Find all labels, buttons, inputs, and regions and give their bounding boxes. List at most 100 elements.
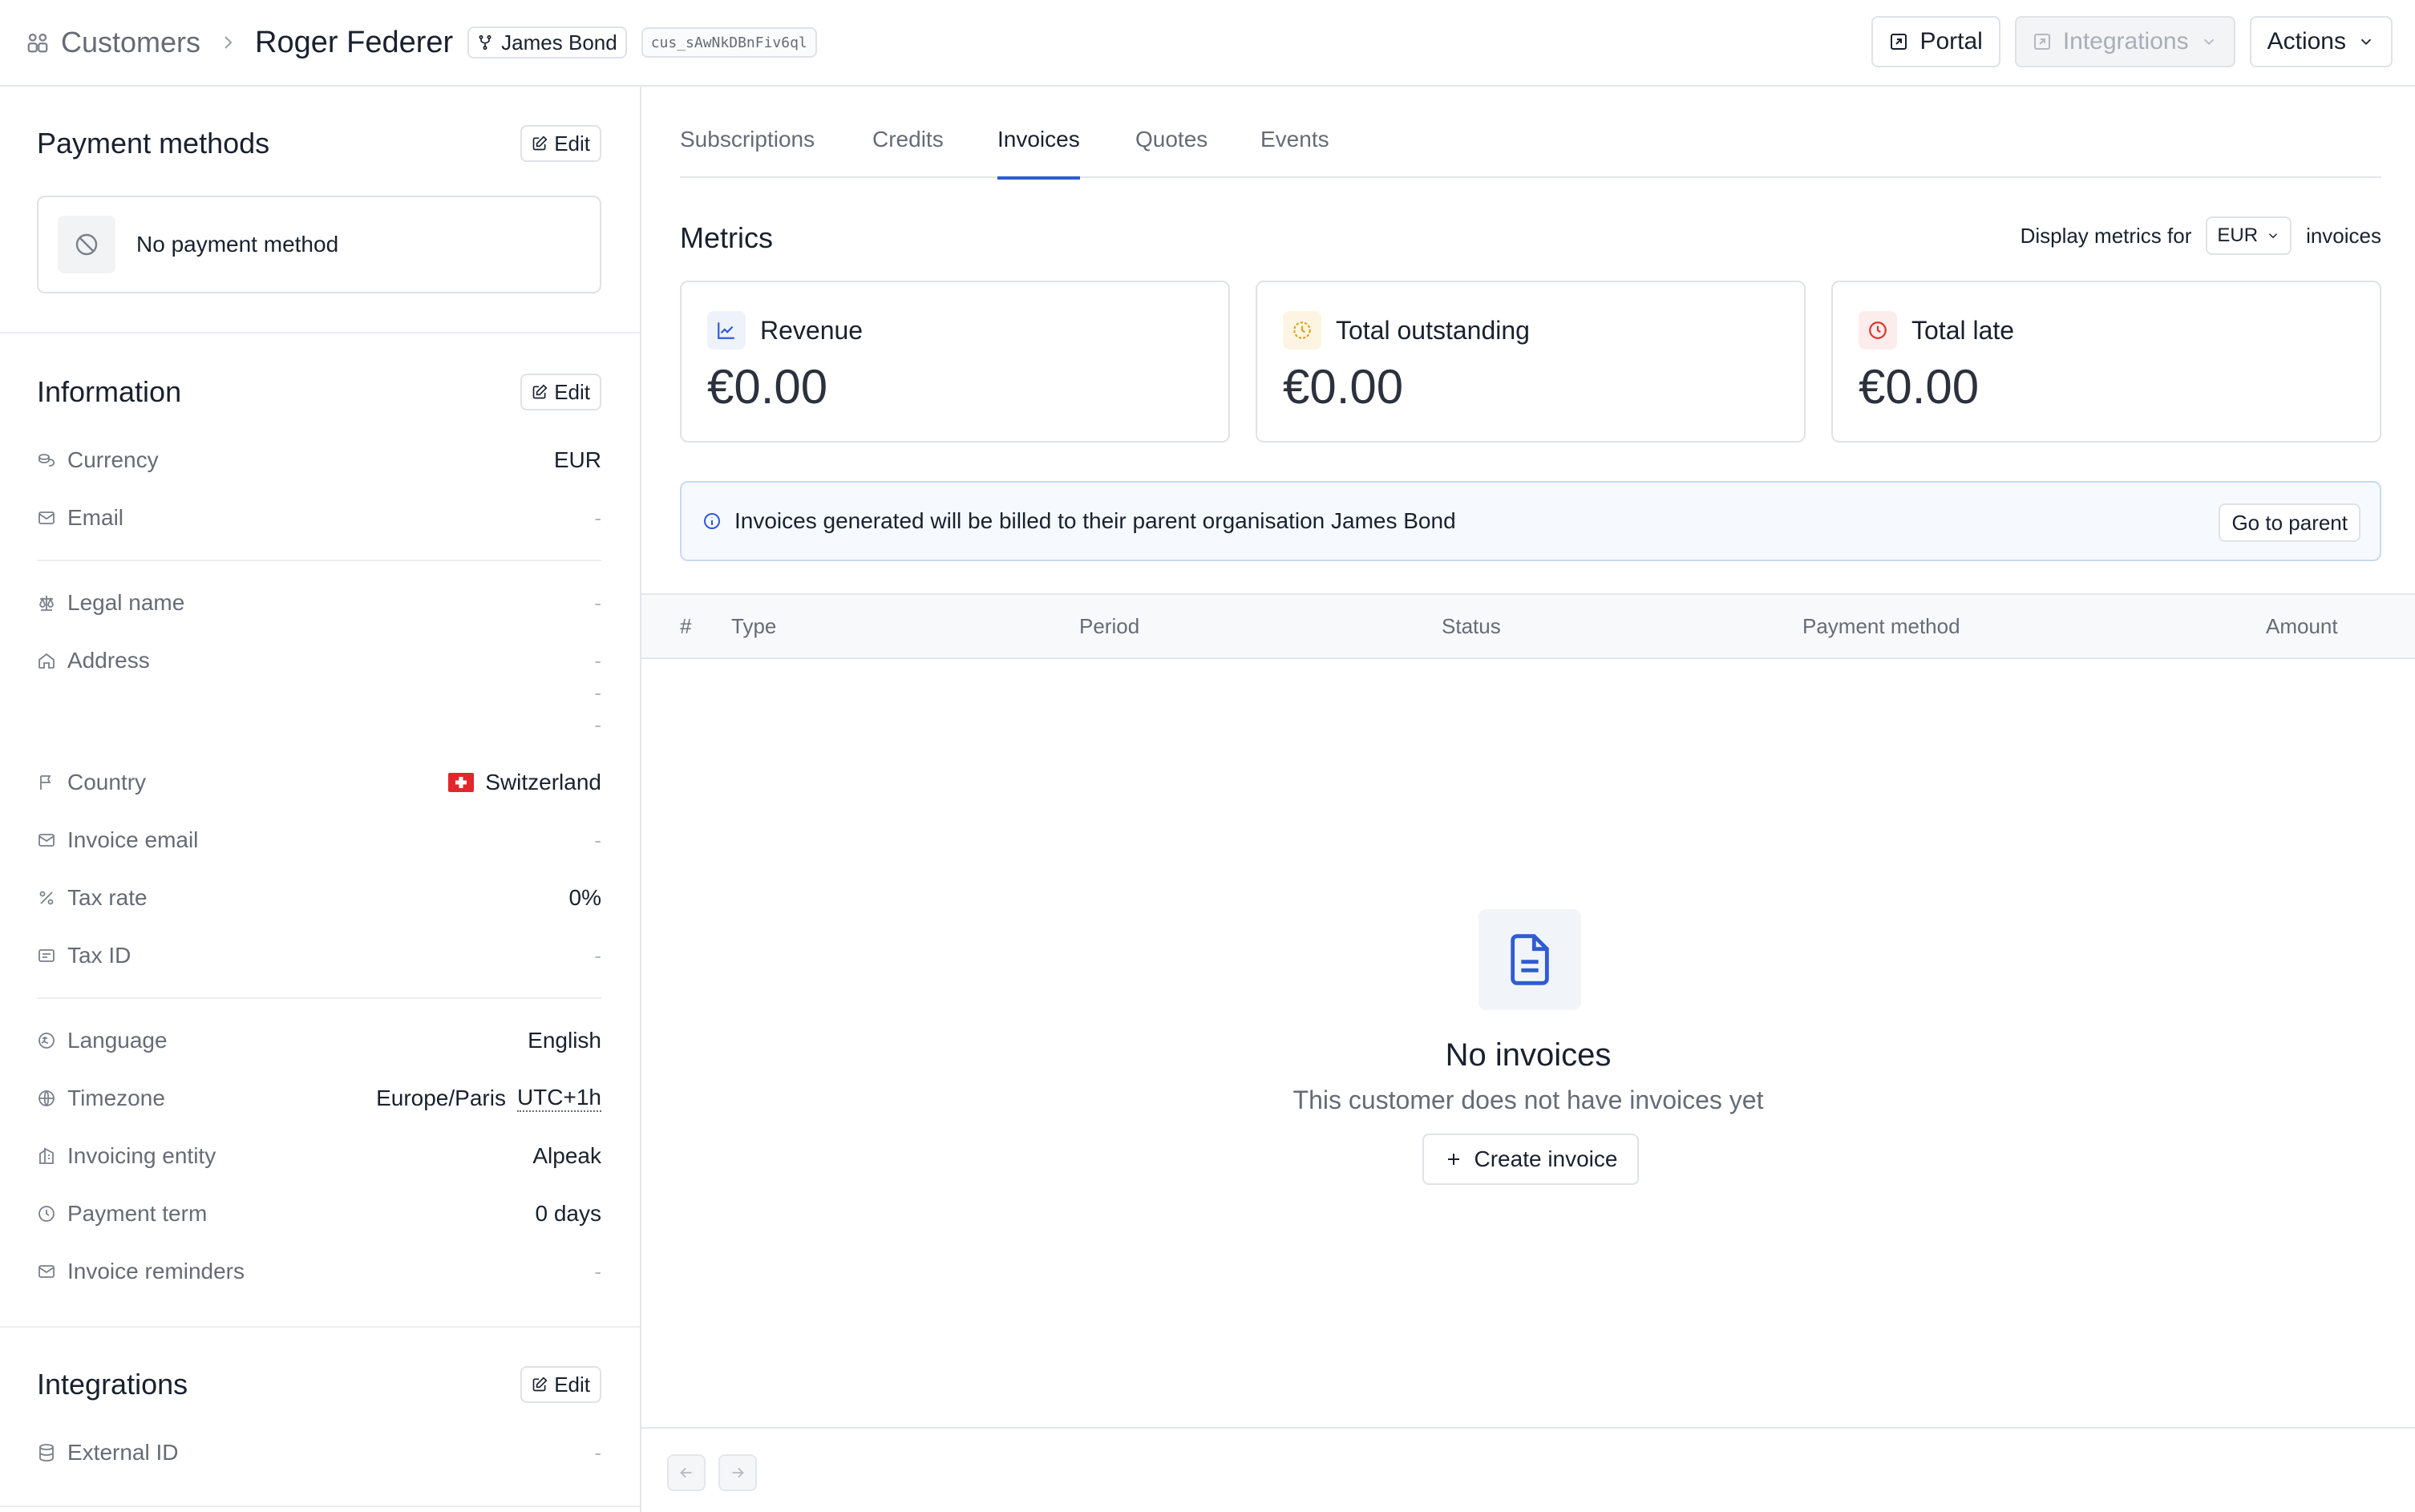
info-row-timezone: Timezone Europe/Paris UTC+1h — [37, 1082, 601, 1114]
page-title: Roger Federer — [255, 25, 454, 59]
metrics-currency-select[interactable]: EUR — [2206, 216, 2292, 255]
tax-id-value: - — [594, 943, 601, 968]
empty-state-title: No invoices — [1445, 1037, 1612, 1073]
breadcrumb-customers-link[interactable]: Customers — [26, 26, 200, 59]
edit-icon — [532, 384, 548, 400]
portal-label: Portal — [1919, 28, 1983, 55]
tax-rate-value: 0% — [568, 885, 601, 910]
id-card-icon — [37, 946, 56, 965]
info-row-payment-term: Payment term 0 days — [37, 1198, 601, 1230]
parent-billing-text: Invoices generated will be billed to the… — [734, 508, 1456, 533]
breadcrumb: Customers Roger Federer James Bond cus_s… — [26, 0, 817, 85]
tab-invoices[interactable]: Invoices — [997, 127, 1080, 180]
previous-page-button[interactable] — [667, 1454, 706, 1491]
address-line-1: - — [594, 648, 601, 673]
tab-quotes[interactable]: Quotes — [1135, 127, 1208, 178]
legal-name-value: - — [594, 590, 601, 615]
currency-label: Currency — [67, 447, 159, 472]
ban-icon — [58, 216, 115, 273]
timezone-value: Europe/Paris — [376, 1085, 506, 1110]
customer-id: cus_sAwNkDBnFiv6ql — [650, 34, 807, 51]
section-divider — [0, 1506, 640, 1507]
info-row-currency: Currency EUR — [37, 444, 601, 476]
actions-button[interactable]: Actions — [2249, 16, 2393, 67]
edit-label: Edit — [554, 379, 590, 404]
language-label: Language — [67, 1028, 168, 1053]
parent-customer-name: James Bond — [501, 30, 617, 55]
plus-icon — [1444, 1150, 1463, 1169]
edit-label: Edit — [554, 1372, 590, 1397]
external-id-value: - — [594, 1440, 601, 1465]
tab-events[interactable]: Events — [1260, 127, 1329, 178]
info-row-address-line-3: - — [37, 709, 601, 741]
row-divider — [37, 997, 601, 999]
edit-information-button[interactable]: Edit — [520, 374, 601, 410]
metrics-currency-value: EUR — [2217, 224, 2259, 246]
integrations-label: Integrations — [2062, 28, 2189, 55]
no-payment-method-text: No payment method — [136, 232, 339, 257]
home-icon — [37, 651, 56, 670]
globe-icon — [37, 1089, 56, 1108]
actions-label: Actions — [2267, 28, 2346, 55]
info-row-tax-id: Tax ID - — [37, 940, 601, 972]
go-to-parent-button[interactable]: Go to parent — [2219, 503, 2360, 542]
row-divider — [37, 560, 601, 561]
chevron-right-icon — [218, 33, 237, 52]
branch-icon — [477, 34, 493, 51]
customer-sidebar: Payment methods Edit No payment method I… — [0, 87, 641, 1512]
database-icon — [37, 1443, 56, 1462]
parent-billing-banner: Invoices generated will be billed to the… — [680, 481, 2381, 561]
coins-icon — [37, 451, 56, 470]
invoicing-entity-value: Alpeak — [532, 1143, 601, 1168]
portal-button[interactable]: Portal — [1871, 16, 2000, 67]
country-label: Country — [67, 770, 147, 794]
column-period: Period — [1079, 613, 1140, 638]
currency-value: EUR — [553, 447, 601, 472]
edit-payment-methods-button[interactable]: Edit — [520, 125, 601, 162]
column-status: Status — [1442, 613, 1501, 638]
tab-credits[interactable]: Credits — [872, 127, 944, 178]
mail-icon — [37, 508, 56, 528]
revenue-card: Revenue €0.00 — [680, 281, 1230, 443]
revenue-label: Revenue — [760, 315, 864, 345]
users-icon — [26, 30, 50, 55]
late-card: Total late €0.00 — [1831, 281, 2381, 443]
integrations-button[interactable]: Integrations — [2014, 16, 2235, 67]
next-page-button[interactable] — [718, 1454, 757, 1491]
edit-integrations-button[interactable]: Edit — [520, 1366, 601, 1403]
swiss-flag-icon — [448, 773, 475, 792]
clock-icon — [37, 1204, 56, 1223]
tab-subscriptions[interactable]: Subscriptions — [680, 127, 815, 178]
payment-method-empty: No payment method — [37, 196, 601, 293]
customer-id-badge[interactable]: cus_sAwNkDBnFiv6ql — [641, 27, 817, 58]
section-divider — [0, 332, 640, 334]
info-row-external-id: External ID - — [37, 1437, 601, 1469]
late-value: €0.00 — [1859, 360, 1980, 414]
timezone-offset[interactable]: UTC+1h — [516, 1085, 601, 1112]
parent-customer-badge[interactable]: James Bond — [467, 26, 627, 59]
invoice-reminders-value: - — [594, 1259, 601, 1284]
arrow-right-icon — [729, 1464, 746, 1482]
chevron-down-icon — [2266, 228, 2280, 243]
metrics-filter-prefix: Display metrics for — [2020, 223, 2192, 248]
column-type: Type — [731, 613, 777, 638]
integrations-icon — [2033, 32, 2052, 51]
info-row-invoicing-entity: Invoicing entity Alpeak — [37, 1140, 601, 1172]
invoice-reminders-label: Invoice reminders — [67, 1259, 245, 1284]
flag-icon — [37, 773, 56, 792]
timezone-label: Timezone — [67, 1085, 165, 1110]
create-invoice-button[interactable]: Create invoice — [1422, 1134, 1639, 1185]
empty-state-subtitle: This customer does not have invoices yet — [1292, 1085, 1764, 1114]
invoices-table-header: # Type Period Status Payment method Amou… — [641, 593, 2415, 659]
create-invoice-label: Create invoice — [1474, 1146, 1618, 1171]
external-link-icon — [1889, 32, 1908, 51]
invoice-email-value: - — [594, 827, 601, 852]
info-row-legal-name: Legal name - — [37, 587, 601, 619]
info-row-tax-rate: Tax rate 0% — [37, 882, 601, 914]
arrow-left-icon — [678, 1464, 695, 1482]
language-value: English — [528, 1028, 601, 1053]
late-label: Total late — [1911, 315, 2015, 345]
info-row-invoice-reminders: Invoice reminders - — [37, 1255, 601, 1288]
column-amount: Amount — [2266, 613, 2338, 638]
chevron-down-icon — [2200, 33, 2218, 51]
